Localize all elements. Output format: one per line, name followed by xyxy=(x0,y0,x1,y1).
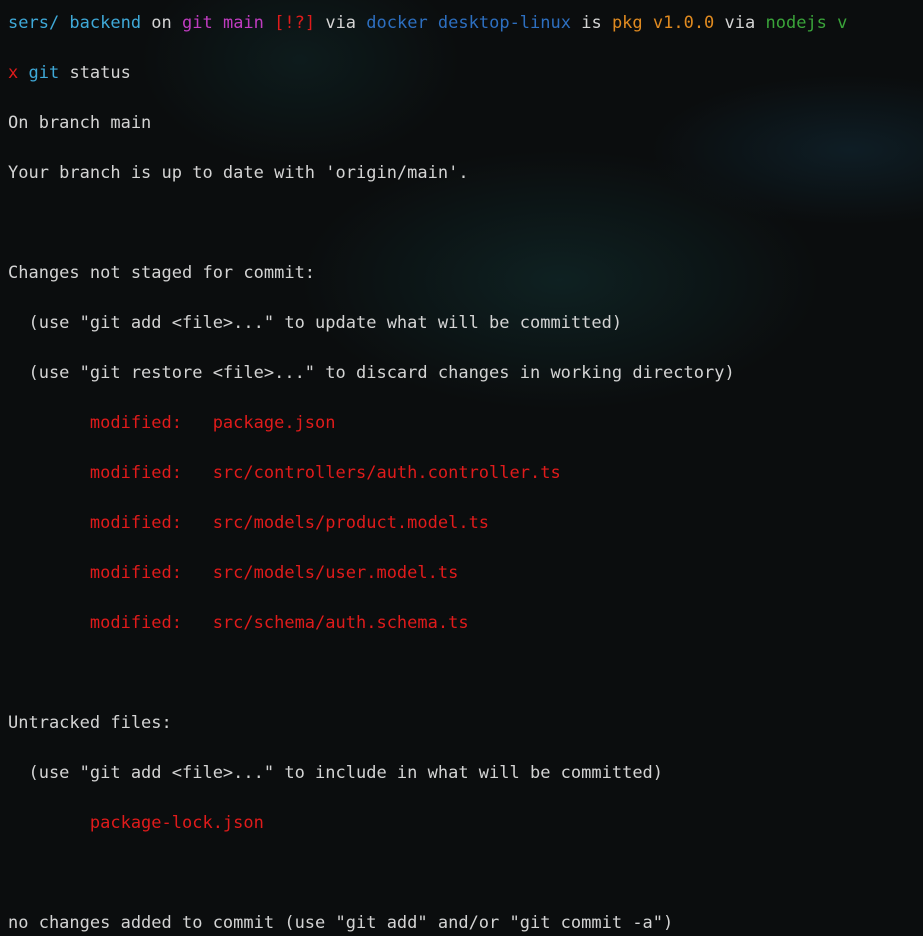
exit-status-marker: x xyxy=(8,63,19,83)
prompt-text: via xyxy=(315,13,367,33)
untracked-file: package-lock.json xyxy=(8,813,264,833)
prompt-package: pkg v1.0.0 xyxy=(611,13,715,33)
output-line: Untracked files: xyxy=(8,713,172,733)
prompt-node: nodejs v xyxy=(765,13,848,33)
prompt-text: on xyxy=(141,13,183,33)
output-line: On branch main xyxy=(8,113,152,133)
output-line: (use "git restore <file>..." to discard … xyxy=(8,363,735,383)
command-name: git xyxy=(28,63,60,83)
output-line: no changes added to commit (use "git add… xyxy=(8,913,674,933)
output-line: (use "git add <file>..." to include in w… xyxy=(8,763,664,783)
terminal-output[interactable]: sers/ backend on git main [!?] via docke… xyxy=(8,0,847,936)
modified-file: modified: src/models/user.model.ts xyxy=(8,563,459,583)
prompt-branch: git main xyxy=(182,13,264,33)
modified-file: modified: package.json xyxy=(8,413,336,433)
prompt-docker: docker desktop-linux xyxy=(366,13,571,33)
prompt-line: sers/ backend on git main [!?] via docke… xyxy=(8,11,847,36)
modified-file: modified: src/controllers/auth.controlle… xyxy=(8,463,561,483)
prompt-dir: sers/ backend xyxy=(8,13,142,33)
command-args: status xyxy=(59,63,131,83)
modified-file: modified: src/schema/auth.schema.ts xyxy=(8,613,469,633)
output-line: (use "git add <file>..." to update what … xyxy=(8,313,623,333)
prompt-git-status: [!?] xyxy=(263,13,316,33)
output-line: Your branch is up to date with 'origin/m… xyxy=(8,163,469,183)
output-line: Changes not staged for commit: xyxy=(8,263,316,283)
prompt-text: via xyxy=(714,13,766,33)
modified-file: modified: src/models/product.model.ts xyxy=(8,513,490,533)
prompt-text: is xyxy=(570,13,612,33)
command-line: x git status xyxy=(8,61,847,86)
